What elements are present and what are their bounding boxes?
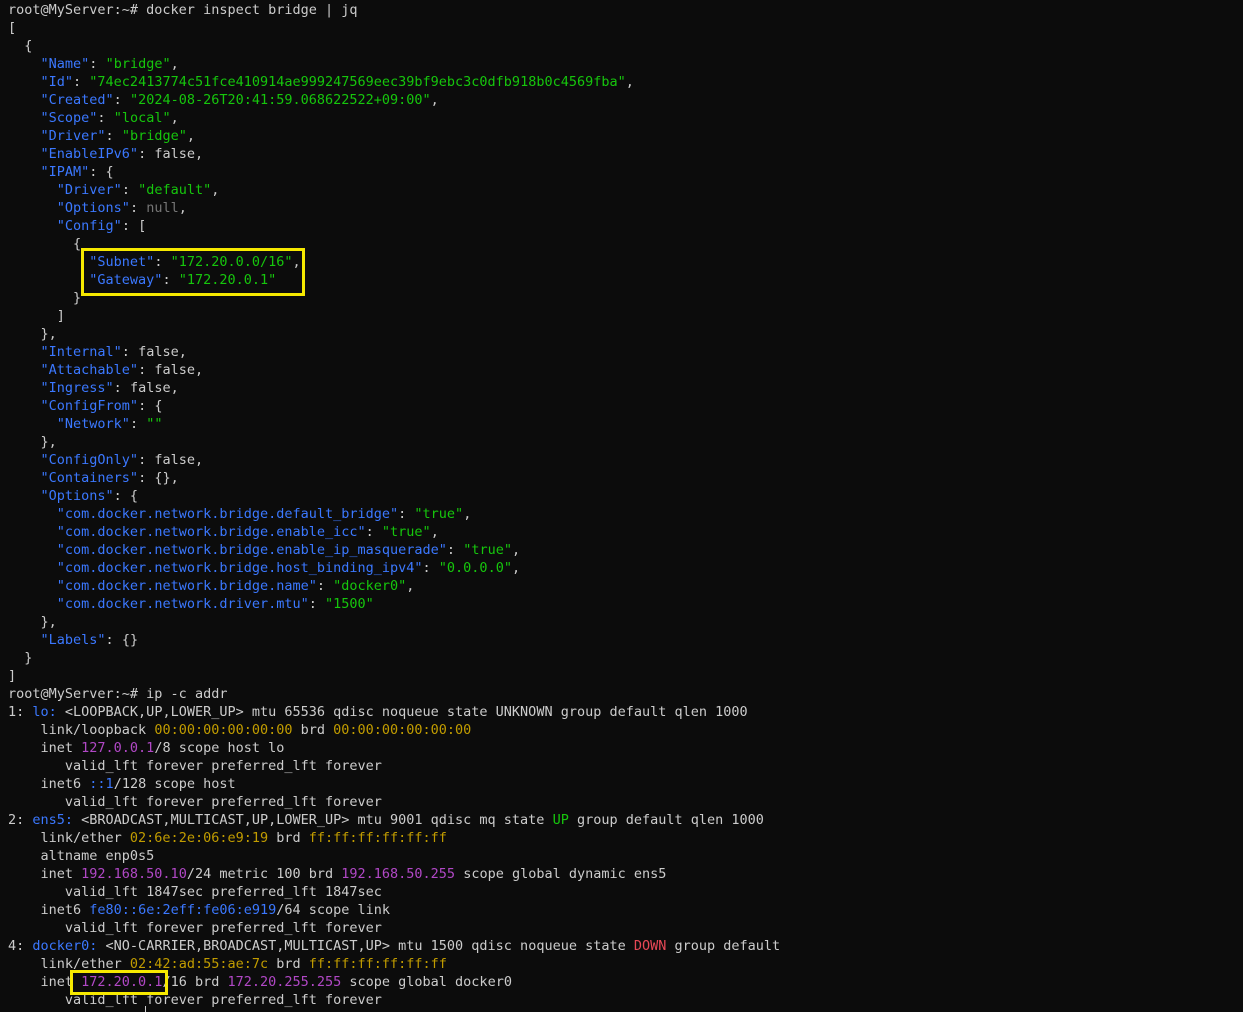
json-line-ipam-config: "Config": [ — [56, 218, 147, 234]
json-line: { — [8, 236, 82, 252]
json-line-network: "Network": "" — [56, 416, 163, 432]
json-line-internal: "Internal": false, — [40, 344, 187, 360]
json-line: }, — [8, 434, 57, 450]
command-line-2: root@MyServer:~# ip -c addr — [8, 685, 227, 703]
json-line: [ — [8, 20, 17, 36]
iface-ens5-inet6: inet6 fe80::6e:2eff:fe06:e919/64 scope l… — [40, 902, 391, 918]
json-line-ipam-options: "Options": null, — [56, 200, 187, 216]
json-line-labels: "Labels": {} — [40, 632, 139, 648]
json-line: ] — [8, 308, 65, 324]
json-line: } — [8, 290, 82, 306]
json-line: } — [8, 650, 33, 666]
json-line-ipam: "IPAM": { — [40, 164, 114, 180]
json-line-scope: "Scope": "local", — [40, 110, 179, 126]
iface-lo-lft: valid_lft forever preferred_lft forever — [64, 758, 382, 774]
json-line-opt: "com.docker.network.bridge.default_bridg… — [56, 506, 472, 522]
json-line-ingress: "Ingress": false, — [40, 380, 179, 396]
shell-prompt: root@MyServer:~# — [8, 686, 147, 702]
json-line-ipam-driver: "Driver": "default", — [56, 182, 220, 198]
json-line-configonly: "ConfigOnly": false, — [40, 452, 204, 468]
json-line: { — [24, 38, 33, 54]
json-line-id: "Id": "74ec2413774c51fce410914ae99924756… — [40, 74, 634, 90]
json-line-opt: "com.docker.network.bridge.enable_ip_mas… — [56, 542, 521, 558]
json-line-configfrom: "ConfigFrom": { — [40, 398, 163, 414]
command-text: ip -c addr — [146, 686, 228, 702]
command-line-1: root@MyServer:~# docker inspect bridge |… — [8, 1, 358, 19]
mouse-cursor — [145, 1006, 146, 1012]
shell-prompt: root@MyServer:~# — [8, 2, 147, 18]
json-line-gateway: "Gateway": "172.20.0.1" — [89, 272, 277, 288]
command-text: docker inspect bridge | jq — [146, 2, 358, 18]
json-line-attachable: "Attachable": false, — [40, 362, 204, 378]
json-line: }, — [8, 614, 57, 630]
json-line-opt: "com.docker.network.driver.mtu": "1500" — [56, 596, 374, 612]
iface-ens5-inet: inet 192.168.50.10/24 metric 100 brd 192… — [40, 866, 667, 882]
json-line-containers: "Containers": {}, — [40, 470, 179, 486]
iface-ens5-lft6: valid_lft forever preferred_lft forever — [64, 920, 382, 936]
json-line-options: "Options": { — [40, 488, 139, 504]
json-line-enableipv6: "EnableIPv6": false, — [40, 146, 204, 162]
iface-docker0-lft: valid_lft forever preferred_lft forever — [64, 992, 382, 1008]
iface-docker0-header: 4: docker0: <NO-CARRIER,BROADCAST,MULTIC… — [8, 938, 781, 954]
iface-ens5-altname: altname enp0s5 — [40, 848, 155, 864]
iface-lo-link: link/loopback 00:00:00:00:00:00 brd 00:0… — [40, 722, 472, 738]
json-line: ] — [8, 668, 17, 684]
terminal-window[interactable]: root@MyServer:~# docker inspect bridge |… — [0, 0, 1243, 1012]
json-line-name: "Name": "bridge", — [40, 56, 179, 72]
json-line-subnet: "Subnet": "172.20.0.0/16", — [89, 254, 301, 270]
json-line-created: "Created": "2024-08-26T20:41:59.06862252… — [40, 92, 439, 108]
json-line-opt: "com.docker.network.bridge.host_binding_… — [56, 560, 521, 576]
iface-docker0-inet: inet 172.20.0.1/16 brd 172.20.255.255 sc… — [40, 974, 512, 990]
iface-lo-inet6: inet6 ::1/128 scope host — [40, 776, 236, 792]
iface-lo-inet: inet 127.0.0.1/8 scope host lo — [40, 740, 285, 756]
iface-ens5-link: link/ether 02:6e:2e:06:e9:19 brd ff:ff:f… — [40, 830, 447, 846]
iface-lo-header: 1: lo: <LOOPBACK,UP,LOWER_UP> mtu 65536 … — [8, 704, 748, 720]
iface-ens5-lft: valid_lft 1847sec preferred_lft 1847sec — [64, 884, 382, 900]
json-line: }, — [8, 326, 57, 342]
json-line-opt: "com.docker.network.bridge.enable_icc": … — [56, 524, 439, 540]
json-line-driver: "Driver": "bridge", — [40, 128, 195, 144]
iface-ens5-header: 2: ens5: <BROADCAST,MULTICAST,UP,LOWER_U… — [8, 812, 764, 828]
json-line-opt: "com.docker.network.bridge.name": "docke… — [56, 578, 415, 594]
iface-docker0-link: link/ether 02:42:ad:55:ae:7c brd ff:ff:f… — [40, 956, 447, 972]
iface-lo-lft6: valid_lft forever preferred_lft forever — [64, 794, 382, 810]
